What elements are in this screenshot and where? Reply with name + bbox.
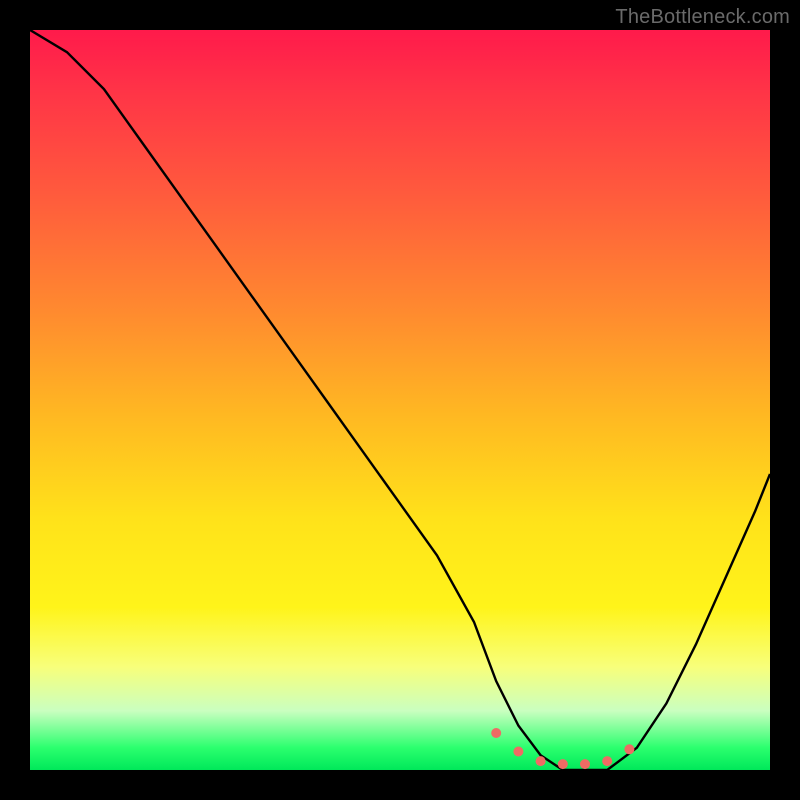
watermark-text: TheBottleneck.com [615,6,790,29]
bottleneck-curve [30,30,770,770]
optimal-marker [491,728,501,738]
optimal-marker [624,744,634,754]
optimal-marker [536,756,546,766]
plot-area [30,30,770,770]
optimal-marker [602,756,612,766]
optimal-marker [580,759,590,769]
chart-svg [30,30,770,770]
curve-line [30,30,770,770]
optimal-marker [558,759,568,769]
optimal-marker [513,747,523,757]
chart-frame: TheBottleneck.com [0,0,800,800]
optimal-range-markers [491,728,634,769]
